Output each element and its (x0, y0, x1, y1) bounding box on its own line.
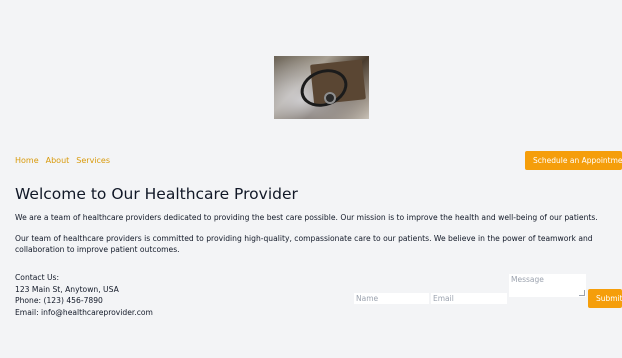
nav-item-about[interactable]: About (46, 156, 70, 165)
contact-phone: Phone: (123) 456-7890 (15, 296, 103, 305)
nav-item-services[interactable]: Services (76, 156, 110, 165)
contact-heading: Contact Us: (15, 273, 60, 282)
submit-button[interactable]: Submit (588, 289, 622, 308)
message-textarea[interactable]: Message (509, 274, 586, 297)
contact-email: Email: info@healthcareprovider.com (15, 307, 153, 317)
contact-info: Contact Us: 123 Main St, Anytown, USA Ph… (15, 272, 153, 318)
resize-handle-icon[interactable] (579, 290, 585, 296)
schedule-appointment-button[interactable]: Schedule an Appointment (525, 151, 622, 170)
message-placeholder: Message (511, 275, 544, 284)
name-input[interactable]: Name (354, 293, 429, 304)
team-paragraph: Our team of healthcare providers is comm… (15, 234, 593, 254)
intro-paragraph: We are a team of healthcare providers de… (15, 213, 598, 222)
stethoscope-chestpiece-icon (324, 92, 336, 104)
main-nav: Home About Services (15, 156, 110, 165)
page-title: Welcome to Our Healthcare Provider (15, 185, 298, 203)
email-input[interactable]: Email (431, 293, 507, 304)
contact-address: 123 Main St, Anytown, USA (15, 284, 119, 294)
hero-image (274, 56, 369, 119)
nav-item-home[interactable]: Home (15, 156, 39, 165)
